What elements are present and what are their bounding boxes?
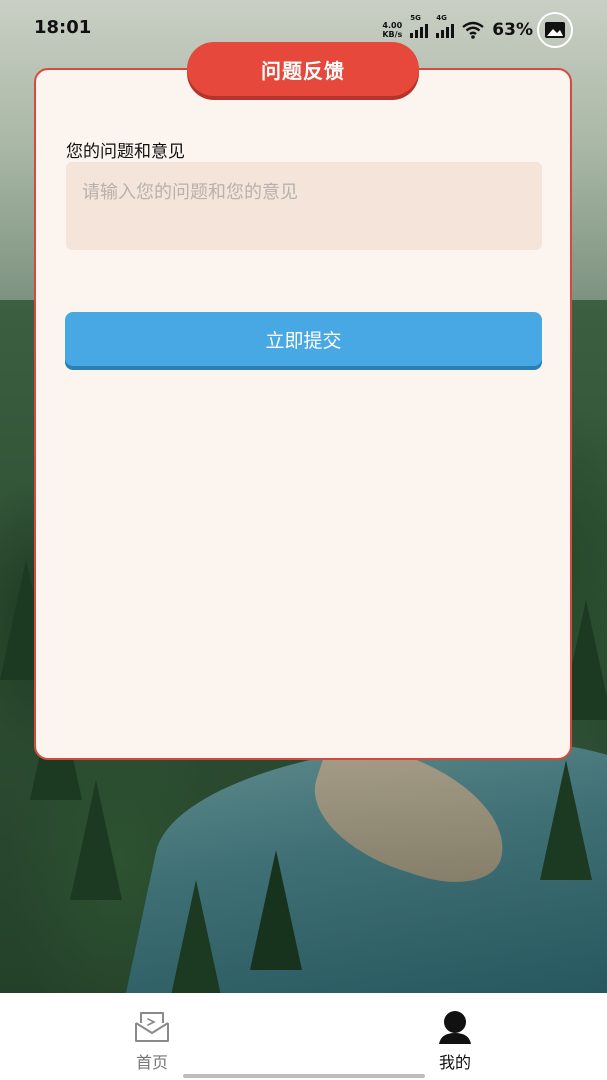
wifi-icon xyxy=(462,21,485,39)
signal-4g-icon: 4G xyxy=(436,14,455,38)
bottom-navigation: 首页 我的 xyxy=(0,993,607,1080)
battery-percent: 63% xyxy=(492,20,533,40)
nav-item-home[interactable]: 首页 xyxy=(82,993,222,1080)
person-icon xyxy=(439,1011,471,1044)
submit-button[interactable]: 立即提交 xyxy=(65,312,542,366)
nav-item-mine[interactable]: 我的 xyxy=(385,993,525,1080)
feedback-input[interactable] xyxy=(66,162,542,250)
screenshot-gallery-icon[interactable] xyxy=(537,12,573,48)
status-time: 18:01 xyxy=(34,17,92,38)
home-indicator[interactable] xyxy=(183,1074,425,1078)
nav-label-home: 首页 xyxy=(135,1053,168,1072)
feedback-title: 问题反馈 xyxy=(187,42,419,96)
nav-label-mine: 我的 xyxy=(438,1053,471,1072)
status-indicators: 4.00 KB/s 5G 4G 63% xyxy=(382,12,573,48)
home-inbox-icon xyxy=(135,1012,169,1042)
signal-5g-icon: 5G xyxy=(410,14,429,38)
network-speed: 4.00 KB/s xyxy=(382,21,403,39)
feedback-field-label: 您的问题和意见 xyxy=(66,142,185,162)
